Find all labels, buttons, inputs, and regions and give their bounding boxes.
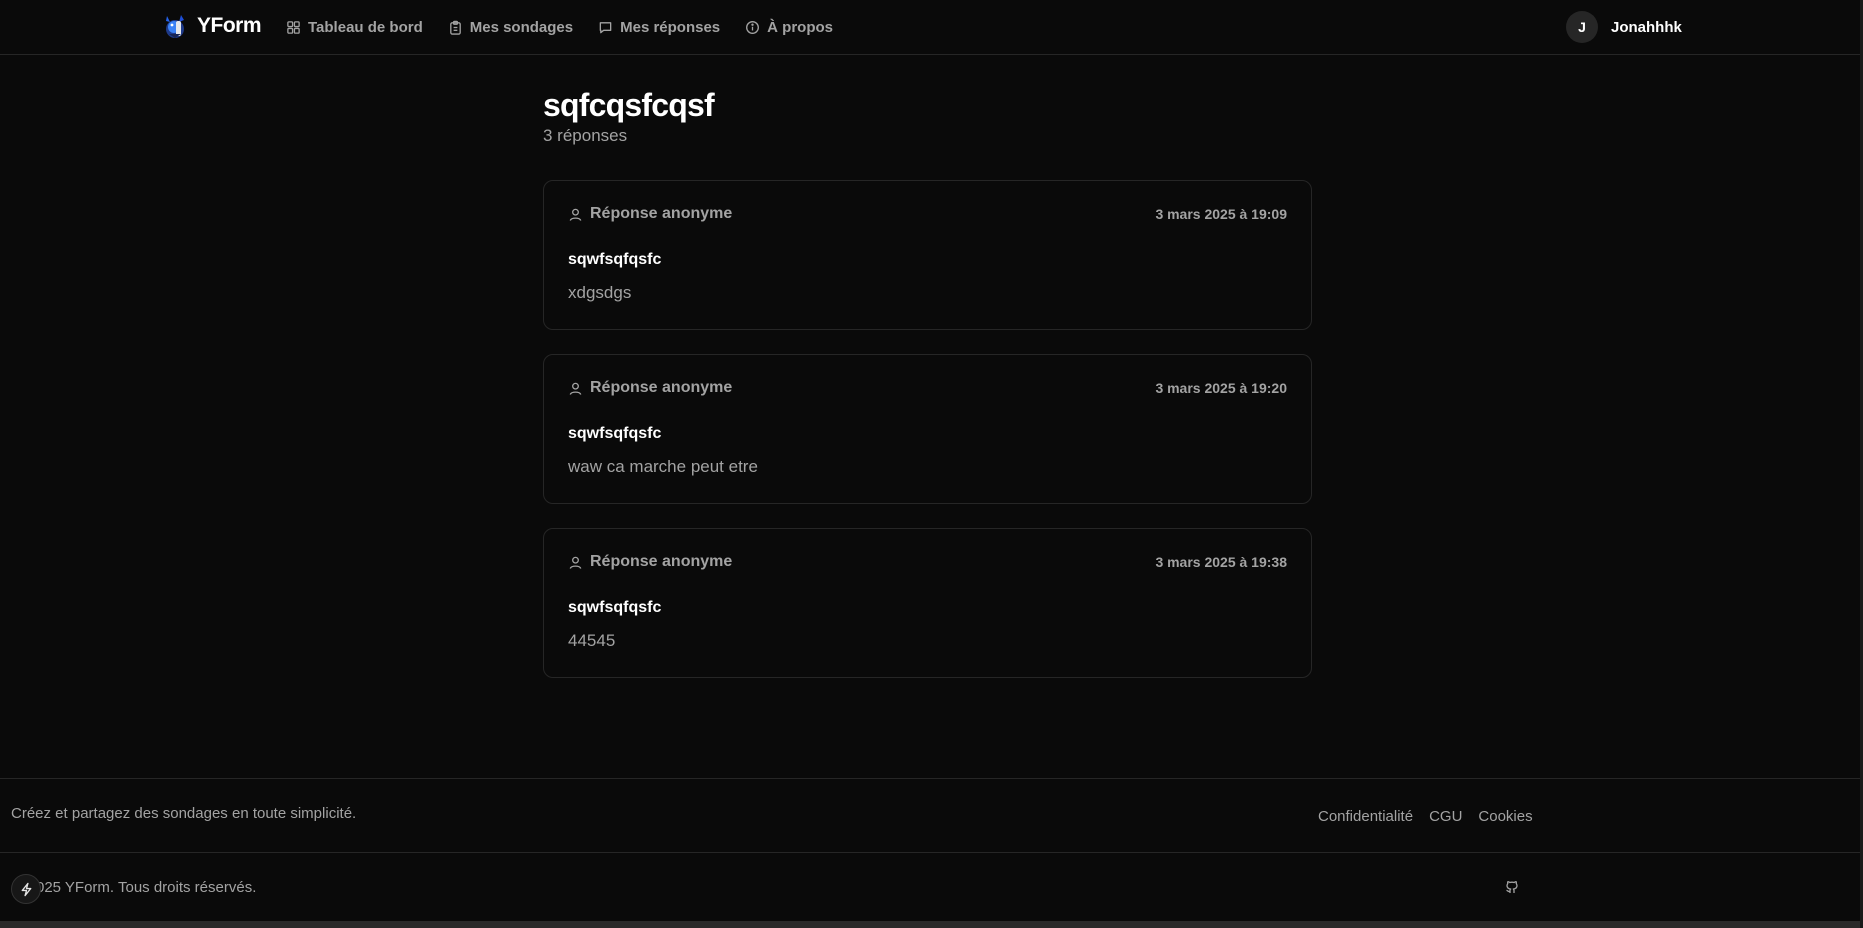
message-icon [598, 20, 613, 35]
response-card-header: Réponse anonyme 3 mars 2025 à 19:09 [568, 205, 1287, 223]
responses-list: Réponse anonyme 3 mars 2025 à 19:09 sqwf… [543, 180, 1312, 678]
user-menu[interactable]: J Jonahhhk [1566, 11, 1682, 43]
site-footer: Créez et partagez des sondages en toute … [0, 778, 1860, 922]
respondent-label: Réponse anonyme [590, 553, 733, 570]
nav-item-label: Mes sondages [469, 18, 574, 36]
footer-link-confidentialite[interactable]: Confidentialité [1318, 808, 1413, 825]
footer-tagline: Créez et partagez des sondages en toute … [11, 805, 357, 822]
response-date: 3 mars 2025 à 19:09 [1155, 206, 1287, 222]
response-card: Réponse anonyme 3 mars 2025 à 19:09 sqwf… [543, 180, 1312, 330]
response-card: Réponse anonyme 3 mars 2025 à 19:20 sqwf… [543, 354, 1312, 504]
question-title: sqwfsqfqsfc [568, 599, 662, 616]
respondent-label: Réponse anonyme [590, 205, 733, 222]
username: Jonahhhk [1611, 18, 1682, 36]
avatar: J [1566, 11, 1598, 43]
github-link[interactable] [1504, 879, 1520, 895]
answer-text: 44545 [568, 631, 616, 650]
horizontal-scrollbar[interactable] [0, 921, 1860, 928]
clipboard-icon [448, 20, 463, 35]
response-date: 3 mars 2025 à 19:38 [1155, 554, 1287, 570]
top-navbar: YForm Tableau de bord Mes sondages Mes r… [0, 0, 1860, 55]
footer-links: Confidentialité CGU Cookies [1318, 808, 1533, 825]
nav-item-mes-reponses[interactable]: Mes réponses [598, 19, 720, 36]
respondent: Réponse anonyme [568, 553, 732, 571]
footer-divider [0, 852, 1860, 853]
page-title: sqfcqsfcqsf [543, 87, 715, 123]
brand-logo-link[interactable]: YForm [161, 12, 262, 40]
nav-item-label: Tableau de bord [308, 18, 423, 36]
footer-link-cgu[interactable]: CGU [1429, 808, 1462, 825]
responses-page: sqfcqsfcqsf 3 réponses Réponse anonyme 3… [543, 84, 1312, 702]
response-card: Réponse anonyme 3 mars 2025 à 19:38 sqwf… [543, 528, 1312, 678]
brand-name: YForm [197, 14, 262, 37]
user-icon [569, 208, 582, 221]
respondent: Réponse anonyme [568, 205, 732, 223]
response-date: 3 mars 2025 à 19:20 [1155, 380, 1287, 396]
nav-item-tableau-de-bord[interactable]: Tableau de bord [286, 19, 423, 36]
respondent-label: Réponse anonyme [590, 379, 733, 396]
question-title: sqwfsqfqsfc [568, 251, 662, 268]
nav-item-label: À propos [767, 18, 833, 36]
nav-item-mes-sondages[interactable]: Mes sondages [448, 19, 573, 36]
user-icon [569, 382, 582, 395]
grid-icon [286, 20, 301, 35]
answer-text: waw ca marche peut etre [568, 457, 758, 476]
bolt-button[interactable] [11, 874, 41, 904]
response-card-header: Réponse anonyme 3 mars 2025 à 19:20 [568, 379, 1287, 397]
response-card-header: Réponse anonyme 3 mars 2025 à 19:38 [568, 553, 1287, 571]
copyright: 025 YForm. Tous droits réservés. [36, 879, 257, 896]
answer-text: xdgsdgs [568, 283, 632, 302]
yform-logo-icon [166, 15, 184, 38]
footer-link-cookies[interactable]: Cookies [1478, 808, 1532, 825]
respondent: Réponse anonyme [568, 379, 732, 397]
user-icon [569, 556, 582, 569]
github-icon [1506, 881, 1518, 893]
bolt-icon [21, 882, 31, 896]
nav-item-label: Mes réponses [620, 18, 721, 36]
question-title: sqwfsqfqsfc [568, 425, 662, 442]
info-icon [745, 20, 760, 35]
response-count: 3 réponses [543, 126, 628, 145]
main-nav: Tableau de bord Mes sondages Mes réponse… [286, 0, 833, 54]
nav-item-a-propos[interactable]: À propos [745, 19, 833, 36]
